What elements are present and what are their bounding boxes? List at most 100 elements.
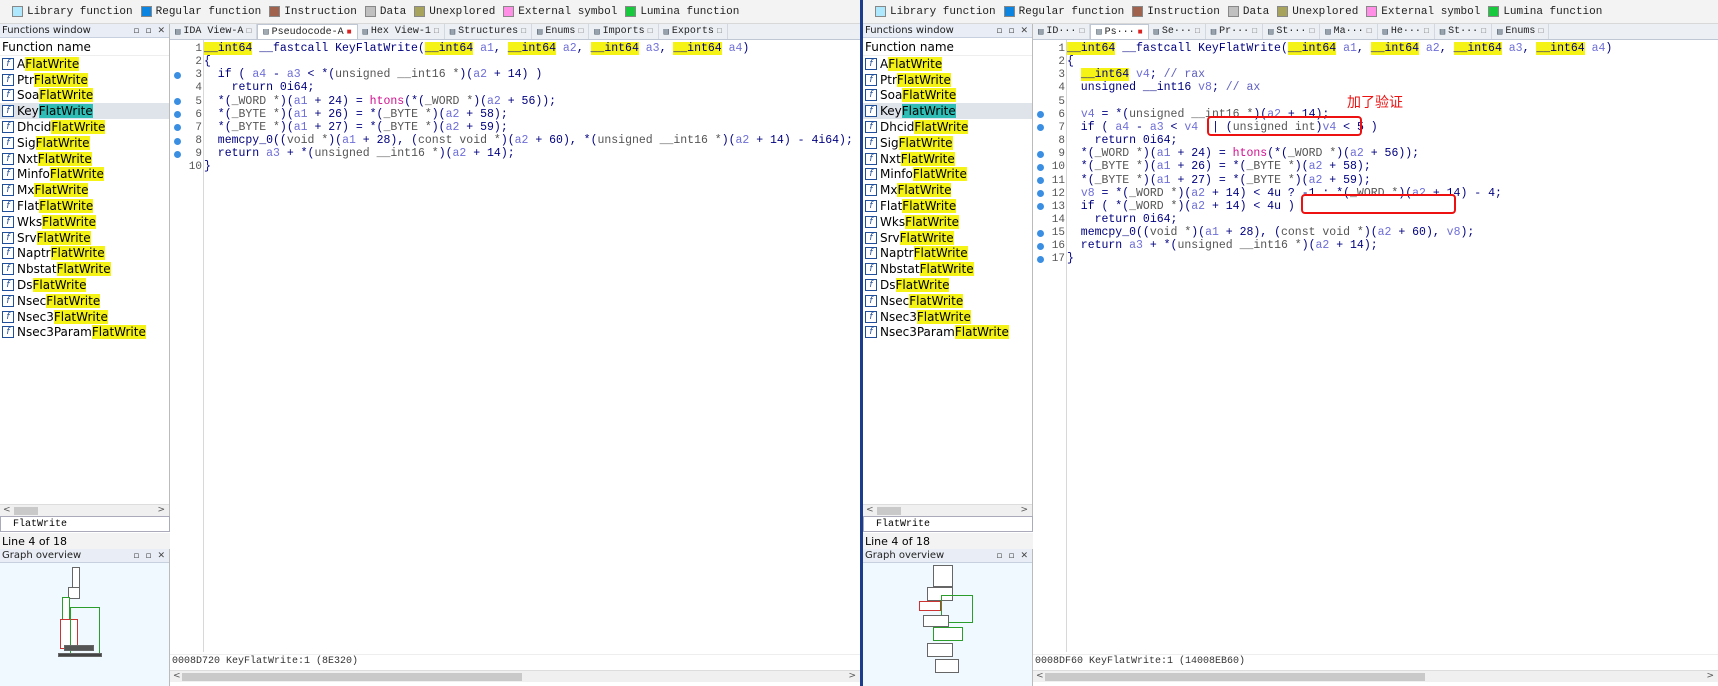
breakpoint-dot-icon[interactable]: [1037, 242, 1044, 250]
function-list-item[interactable]: f Nxt FlatWrite: [863, 151, 1032, 167]
function-list-item[interactable]: f Ptr FlatWrite: [0, 72, 169, 88]
function-list-item[interactable]: f Nbstat FlatWrite: [0, 261, 169, 277]
function-list-item[interactable]: f Naptr FlatWrite: [863, 246, 1032, 262]
tab-5[interactable]: ▤ Ma··· □: [1320, 24, 1378, 39]
tab-0[interactable]: ▤ ID··· □: [1033, 24, 1091, 39]
column-header-function-name[interactable]: Function name: [0, 38, 169, 56]
tab-1[interactable]: ▤ Ps··· ■: [1090, 24, 1149, 39]
float-icon[interactable]: ▫: [996, 551, 1002, 561]
breakpoint-dot-icon[interactable]: [174, 150, 181, 158]
function-list-item[interactable]: f Mx FlatWrite: [863, 182, 1032, 198]
code-lines[interactable]: __int64 __fastcall KeyFlatWrite(__int64 …: [204, 40, 860, 652]
function-list-item[interactable]: f A FlatWrite: [863, 56, 1032, 72]
tab-close-icon[interactable]: ■: [1138, 28, 1143, 37]
code-line[interactable]: }: [204, 160, 211, 174]
tab-4[interactable]: ▤ Enums □: [532, 24, 590, 39]
function-list-item[interactable]: f Ptr FlatWrite: [863, 72, 1032, 88]
tab-close-icon[interactable]: □: [578, 27, 583, 36]
function-list-item[interactable]: f Wks FlatWrite: [0, 214, 169, 230]
pin-icon[interactable]: ▫: [145, 26, 151, 36]
tab-close-icon[interactable]: □: [246, 27, 251, 36]
close-icon[interactable]: ✕: [1020, 26, 1028, 36]
float-icon[interactable]: ▫: [133, 26, 139, 36]
tab-3[interactable]: ▤ Pr··· □: [1206, 24, 1263, 39]
tab-close-icon[interactable]: □: [434, 27, 439, 36]
editor-scrollbar[interactable]: < >: [1033, 670, 1718, 682]
editor-scrollbar[interactable]: < >: [170, 670, 860, 682]
tab-7[interactable]: ▤ St··· □: [1435, 24, 1492, 39]
tab-close-icon[interactable]: □: [1079, 27, 1084, 36]
pin-icon[interactable]: ▫: [1008, 26, 1014, 36]
function-list-item[interactable]: f Key FlatWrite: [863, 103, 1032, 120]
function-list-item[interactable]: f Nbstat FlatWrite: [863, 261, 1032, 277]
tab-2[interactable]: ▤ Hex View-1 □: [358, 24, 445, 39]
float-icon[interactable]: ▫: [996, 26, 1002, 36]
tab-close-icon[interactable]: □: [1367, 27, 1372, 36]
close-icon[interactable]: ✕: [1020, 551, 1028, 561]
function-list-item[interactable]: f Ds FlatWrite: [0, 277, 169, 293]
tab-3[interactable]: ▤ Structures □: [445, 24, 532, 39]
breakpoint-dot-icon[interactable]: [1037, 163, 1044, 171]
function-list-item[interactable]: f Nsec FlatWrite: [863, 293, 1032, 309]
tab-close-icon[interactable]: □: [717, 27, 722, 36]
code-line[interactable]: __int64 __fastcall KeyFlatWrite(__int64 …: [204, 42, 749, 56]
function-list-item[interactable]: f Minfo FlatWrite: [0, 167, 169, 183]
function-list-item[interactable]: f Minfo FlatWrite: [863, 167, 1032, 183]
breakpoint-dot-icon[interactable]: [174, 71, 181, 79]
code-line[interactable]: }: [1067, 252, 1074, 266]
tab-8[interactable]: ▤ Enums □: [1492, 24, 1550, 39]
breakpoint-dot-icon[interactable]: [1037, 229, 1044, 237]
tab-close-icon[interactable]: □: [1252, 27, 1257, 36]
code-area[interactable]: 1 2 3 4 5 6 7 8 9 10 11 12 13 14 15 16 17 __int64 __fast…: [1033, 40, 1718, 652]
breakpoint-dot-icon[interactable]: [1037, 255, 1044, 263]
function-list-item[interactable]: f Key FlatWrite: [0, 103, 169, 120]
code-line[interactable]: return a3 + *(unsigned __int16 *)(a2 + 1…: [1067, 239, 1378, 253]
function-filter-input[interactable]: FlatWrite: [0, 516, 170, 532]
function-list-item[interactable]: f Srv FlatWrite: [0, 230, 169, 246]
code-lines[interactable]: __int64 __fastcall KeyFlatWrite(__int64 …: [1067, 40, 1718, 652]
close-icon[interactable]: ✕: [157, 551, 165, 561]
pin-icon[interactable]: ▫: [145, 551, 151, 561]
function-list-item[interactable]: f Wks FlatWrite: [863, 214, 1032, 230]
column-header-function-name[interactable]: Function name: [863, 38, 1032, 56]
function-list-item[interactable]: f Nsec3Param FlatWrite: [0, 325, 169, 341]
tab-4[interactable]: ▤ St··· □: [1263, 24, 1321, 39]
breakpoint-dot-icon[interactable]: [1037, 177, 1044, 184]
function-list-item[interactable]: f Soa FlatWrite: [863, 88, 1032, 104]
function-list-item[interactable]: f Ds FlatWrite: [863, 277, 1032, 293]
tab-close-icon[interactable]: □: [1538, 27, 1543, 36]
tab-close-icon[interactable]: □: [1424, 27, 1429, 36]
tab-close-icon[interactable]: □: [648, 27, 653, 36]
function-list-item[interactable]: f Nxt FlatWrite: [0, 151, 169, 167]
function-list-item[interactable]: f Flat FlatWrite: [863, 198, 1032, 214]
code-line[interactable]: __int64 __fastcall KeyFlatWrite(__int64 …: [1067, 42, 1612, 56]
function-list-item[interactable]: f Naptr FlatWrite: [0, 246, 169, 262]
code-area[interactable]: 1 2 3 4 5 6 7 8 9 10 __int64 __fastcall KeyFlatWr…: [170, 40, 860, 652]
function-filter-input[interactable]: FlatWrite: [863, 516, 1033, 532]
pin-icon[interactable]: ▫: [1008, 551, 1014, 561]
tab-close-icon[interactable]: □: [521, 27, 526, 36]
function-list-item[interactable]: f Srv FlatWrite: [863, 230, 1032, 246]
function-list-item[interactable]: f Mx FlatWrite: [0, 182, 169, 198]
tab-close-icon[interactable]: □: [1195, 27, 1200, 36]
tab-5[interactable]: ▤ Imports □: [589, 24, 659, 39]
float-icon[interactable]: ▫: [133, 551, 139, 561]
breakpoint-dot-icon[interactable]: [174, 137, 181, 145]
function-list-item[interactable]: f Sig FlatWrite: [0, 135, 169, 151]
tab-1[interactable]: ▤ Pseudocode-A ■: [257, 24, 358, 39]
function-list-item[interactable]: f A FlatWrite: [0, 56, 169, 72]
functions-scrollbar[interactable]: < >: [0, 504, 169, 516]
tab-6[interactable]: ▤ He··· □: [1378, 24, 1435, 39]
function-list-item[interactable]: f Dhcid FlatWrite: [863, 119, 1032, 135]
tab-6[interactable]: ▤ Exports □: [659, 24, 728, 39]
tab-close-icon[interactable]: □: [1309, 27, 1314, 36]
pseudocode-view[interactable]: ▤ IDA View-A □ ▤ Pseudocode-A ■ ▤ Hex View-1 □ ▤ S…: [170, 24, 860, 686]
tab-close-icon[interactable]: □: [1481, 27, 1486, 36]
pseudocode-view[interactable]: ▤ ID··· □ ▤ Ps··· ■ ▤ Se··· □ ▤ Pr··· □ ▤ St··· □ ▤ Ma··…: [1033, 24, 1718, 686]
function-list-item[interactable]: f Dhcid FlatWrite: [0, 119, 169, 135]
close-icon[interactable]: ✕: [157, 26, 165, 36]
functions-scrollbar[interactable]: < >: [863, 504, 1032, 516]
function-list-item[interactable]: f Soa FlatWrite: [0, 88, 169, 104]
tab-2[interactable]: ▤ Se··· □: [1149, 24, 1206, 39]
function-list-item[interactable]: f Nsec3Param FlatWrite: [863, 325, 1032, 341]
